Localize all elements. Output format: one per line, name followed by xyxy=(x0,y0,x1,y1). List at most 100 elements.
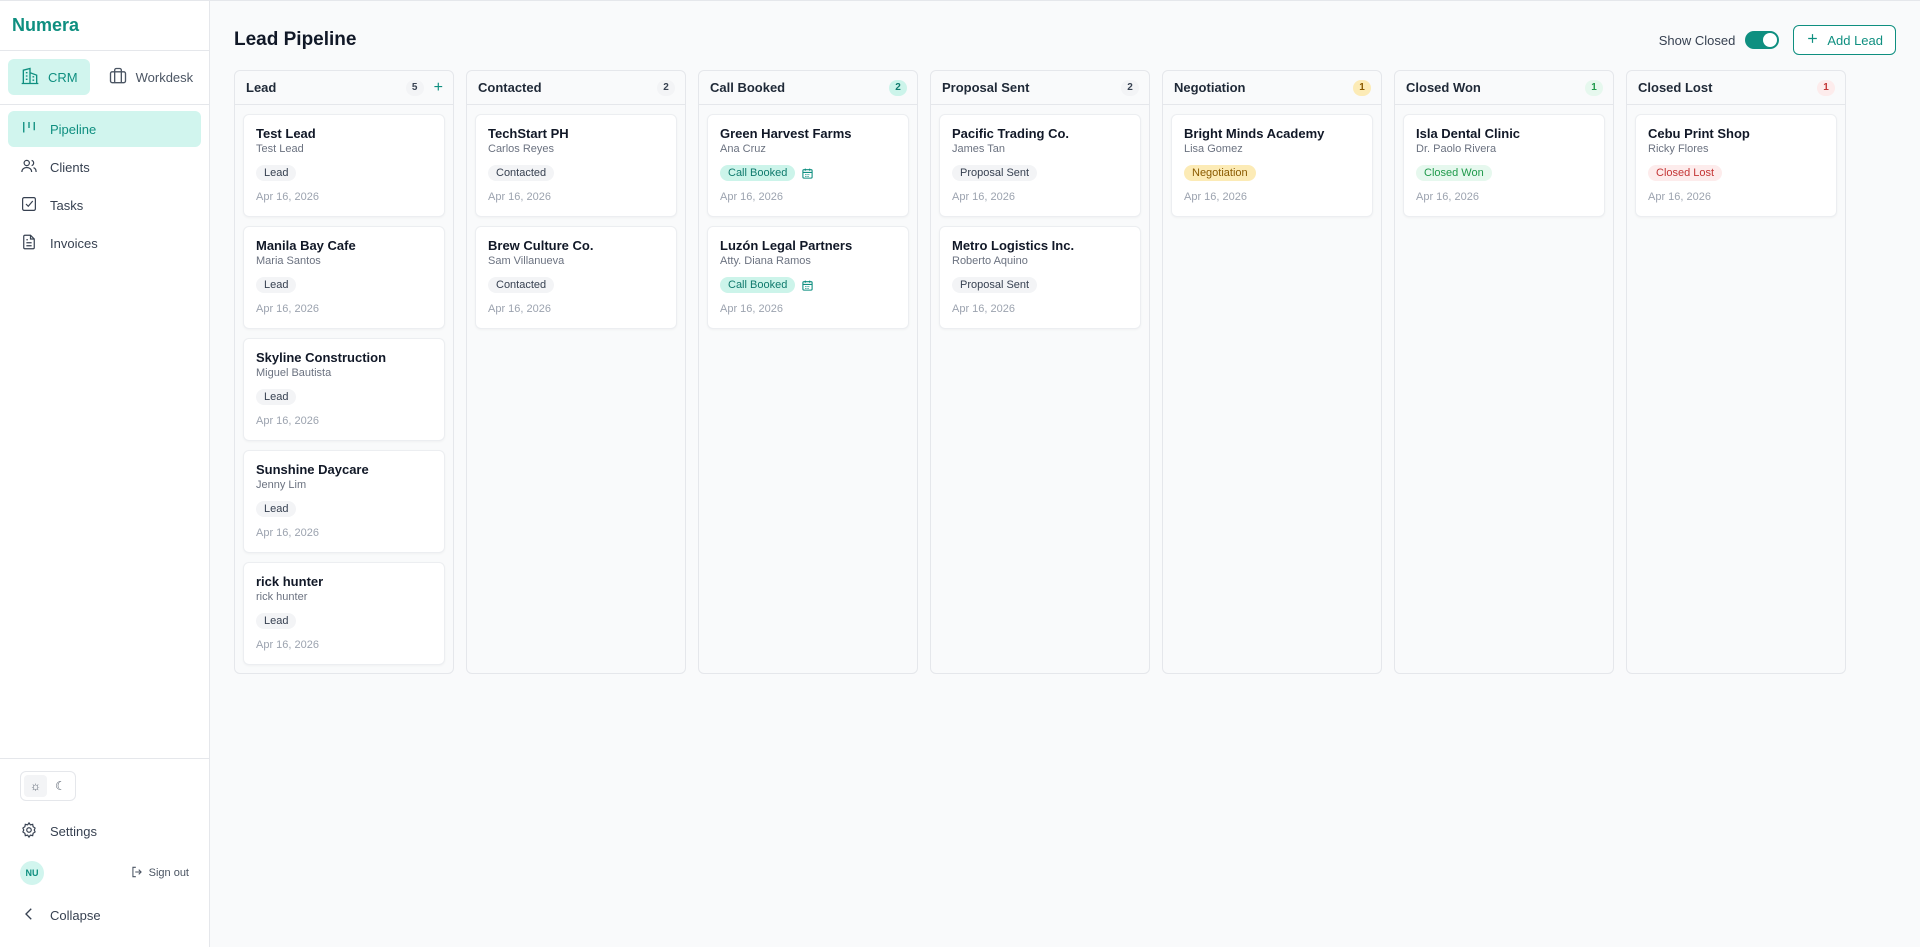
lead-card-contact: Atty. Diana Ramos xyxy=(720,255,811,267)
nav-label-clients: Clients xyxy=(50,159,90,175)
sidebar: Numera CRM Workdesk Pipeline Clients Tas… xyxy=(0,0,210,947)
lead-card[interactable]: Sunshine Daycare Jenny Lim Lead Apr 16, … xyxy=(243,450,445,553)
add-lead-label: Add Lead xyxy=(1827,32,1883,48)
lead-card-title: Brew Culture Co. xyxy=(488,238,594,253)
nav-item-pipeline[interactable]: Pipeline xyxy=(8,111,201,147)
lead-card-date: Apr 16, 2026 xyxy=(720,303,783,315)
lead-card[interactable]: Pacific Trading Co. James Tan Proposal S… xyxy=(939,114,1141,217)
lead-card-tags: Lead xyxy=(256,612,432,630)
lead-card[interactable]: TechStart PH Carlos Reyes Contacted Apr … xyxy=(475,114,677,217)
switch-workdesk-label: Workdesk xyxy=(135,69,194,85)
lead-card-date: Apr 16, 2026 xyxy=(256,527,319,539)
lead-card[interactable]: Test Lead Test Lead Lead Apr 16, 2026 xyxy=(243,114,445,217)
sidebar-footer: ☼ ☾ Settings NU Sign out Collapse xyxy=(0,758,209,947)
status-badge: Lead xyxy=(256,165,297,181)
lead-card-title: Manila Bay Cafe xyxy=(256,238,356,253)
lead-card-tags: Call Booked xyxy=(720,164,896,182)
column-header: Contacted 2 xyxy=(467,71,685,105)
avatar[interactable]: NU xyxy=(20,861,44,885)
status-badge: Lead xyxy=(256,389,297,405)
lead-card[interactable]: Metro Logistics Inc. Roberto Aquino Prop… xyxy=(939,226,1141,329)
column-title: Negotiation xyxy=(1174,80,1246,95)
lead-card[interactable]: Brew Culture Co. Sam Villanueva Contacte… xyxy=(475,226,677,329)
card-list: Pacific Trading Co. James Tan Proposal S… xyxy=(931,105,1149,338)
sign-out-button[interactable]: Sign out xyxy=(130,865,189,882)
lead-card-title: TechStart PH xyxy=(488,126,569,141)
column-header-right: 1 xyxy=(1585,79,1603,96)
collapse-button[interactable]: Collapse xyxy=(8,897,201,933)
lead-card-contact: Roberto Aquino xyxy=(952,255,1028,267)
calendar-icon[interactable] xyxy=(801,167,814,180)
status-badge: Lead xyxy=(256,277,297,293)
document-icon xyxy=(20,233,38,254)
pipeline-column: Lead 5 + Test Lead Test Lead Lead Apr 16… xyxy=(234,70,454,674)
add-lead-button[interactable]: Add Lead xyxy=(1793,25,1896,55)
lead-card[interactable]: Bright Minds Academy Lisa Gomez Negotiat… xyxy=(1171,114,1373,217)
lead-card-date: Apr 16, 2026 xyxy=(1416,191,1479,203)
lead-card[interactable]: Luzón Legal Partners Atty. Diana Ramos C… xyxy=(707,226,909,329)
status-badge: Call Booked xyxy=(720,277,796,293)
lead-card-contact: Miguel Bautista xyxy=(256,367,332,379)
add-card-icon[interactable]: + xyxy=(434,79,443,96)
switch-crm-label: CRM xyxy=(48,69,78,85)
lead-card-date: Apr 16, 2026 xyxy=(256,191,319,203)
column-header: Call Booked 2 xyxy=(699,71,917,105)
lead-card-title: Bright Minds Academy xyxy=(1184,126,1325,141)
column-header: Proposal Sent 2 xyxy=(931,71,1149,105)
plus-icon xyxy=(1806,32,1819,48)
moon-icon[interactable]: ☾ xyxy=(49,775,72,797)
nav-item-clients[interactable]: Clients xyxy=(8,149,201,185)
settings-button[interactable]: Settings xyxy=(8,813,201,849)
users-icon xyxy=(20,157,38,178)
sun-icon[interactable]: ☼ xyxy=(24,775,47,797)
nav-item-tasks[interactable]: Tasks xyxy=(8,187,201,223)
show-closed-label: Show Closed xyxy=(1658,32,1736,48)
lead-card[interactable]: Cebu Print Shop Ricky Flores Closed Lost… xyxy=(1635,114,1837,217)
nav-item-invoices[interactable]: Invoices xyxy=(8,225,201,261)
collapse-label: Collapse xyxy=(50,907,101,923)
theme-toggle: ☼ ☾ xyxy=(20,771,76,801)
lead-card-title: Skyline Construction xyxy=(256,350,387,365)
column-header-right: 1 xyxy=(1817,79,1835,96)
switch-workdesk-button[interactable]: Workdesk xyxy=(96,59,206,95)
column-count-badge: 5 xyxy=(405,79,424,96)
lead-card-contact: James Tan xyxy=(952,143,1005,155)
lead-card-tags: Negotiation xyxy=(1184,164,1360,182)
lead-card-title: Luzón Legal Partners xyxy=(720,238,853,253)
lead-card-tags: Proposal Sent xyxy=(952,164,1128,182)
lead-card-tags: Proposal Sent xyxy=(952,276,1128,294)
pipeline-column: Closed Lost 1 Cebu Print Shop Ricky Flor… xyxy=(1626,70,1846,674)
page-header: Lead Pipeline Show Closed Add Lead xyxy=(234,23,1896,57)
lead-card-date: Apr 16, 2026 xyxy=(952,303,1015,315)
status-badge: Closed Lost xyxy=(1648,165,1723,181)
lead-card[interactable]: Manila Bay Cafe Maria Santos Lead Apr 16… xyxy=(243,226,445,329)
lead-card[interactable]: rick hunter rick hunter Lead Apr 16, 202… xyxy=(243,562,445,665)
status-badge: Contacted xyxy=(488,165,555,181)
show-closed-toggle[interactable] xyxy=(1745,31,1780,49)
column-title: Proposal Sent xyxy=(942,80,1030,95)
column-title: Closed Won xyxy=(1406,80,1481,95)
settings-label: Settings xyxy=(50,823,97,839)
card-list: TechStart PH Carlos Reyes Contacted Apr … xyxy=(467,105,685,338)
lead-card-contact: Maria Santos xyxy=(256,255,321,267)
column-header-right: 5 + xyxy=(405,79,443,96)
lead-card-title: Isla Dental Clinic xyxy=(1416,126,1521,141)
lead-card[interactable]: Green Harvest Farms Ana Cruz Call Booked… xyxy=(707,114,909,217)
gear-icon xyxy=(20,821,38,842)
pipeline-column: Negotiation 1 Bright Minds Academy Lisa … xyxy=(1162,70,1382,674)
switch-crm-button[interactable]: CRM xyxy=(8,59,90,95)
brand-logo[interactable]: Numera xyxy=(0,1,209,51)
column-header-right: 2 xyxy=(1121,79,1139,96)
lead-card[interactable]: Skyline Construction Miguel Bautista Lea… xyxy=(243,338,445,441)
lead-card-date: Apr 16, 2026 xyxy=(1184,191,1247,203)
calendar-icon[interactable] xyxy=(801,279,814,292)
lead-card[interactable]: Isla Dental Clinic Dr. Paolo Rivera Clos… xyxy=(1403,114,1605,217)
column-header-right: 2 xyxy=(889,79,907,96)
lead-card-date: Apr 16, 2026 xyxy=(952,191,1015,203)
column-header: Lead 5 + xyxy=(235,71,453,105)
kanban-board: Lead 5 + Test Lead Test Lead Lead Apr 16… xyxy=(234,70,1896,674)
lead-card-contact: Carlos Reyes xyxy=(488,143,555,155)
pipeline-column: Call Booked 2 Green Harvest Farms Ana Cr… xyxy=(698,70,918,674)
lead-card-tags: Lead xyxy=(256,500,432,518)
column-count-badge: 2 xyxy=(657,79,675,96)
